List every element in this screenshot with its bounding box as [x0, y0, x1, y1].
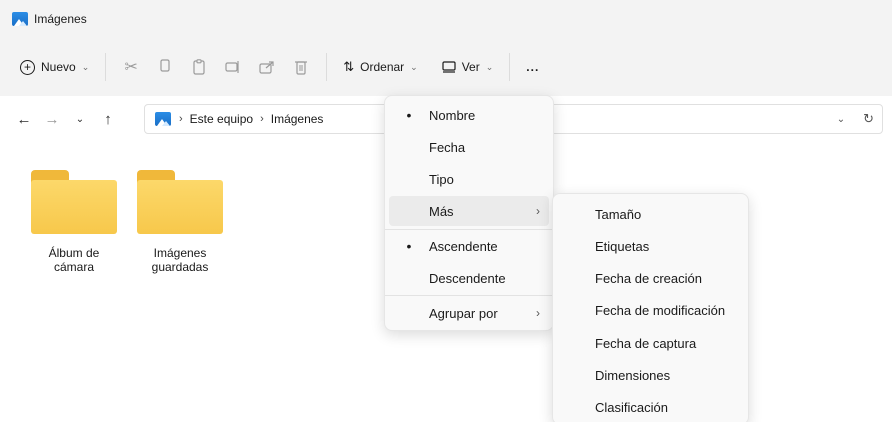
sort-by-rating[interactable]: Clasificación — [557, 392, 745, 422]
sort-by-date-created[interactable]: Fecha de creación — [557, 263, 745, 293]
sort-more-submenu: Tamaño Etiquetas Fecha de creación Fecha… — [552, 193, 749, 422]
sort-by-tags[interactable]: Etiquetas — [557, 231, 745, 261]
sort-by-dimensions[interactable]: Dimensiones — [557, 360, 745, 390]
copy-icon — [160, 59, 170, 72]
chevron-down-icon: ⌄ — [410, 61, 418, 72]
back-button[interactable]: ← — [10, 105, 38, 133]
pictures-icon — [155, 112, 171, 126]
folder-label: Álbum de cámara — [48, 246, 100, 274]
more-label: ... — [526, 60, 540, 74]
folder-icon — [31, 170, 117, 234]
sort-descending[interactable]: Descendente — [389, 263, 549, 293]
folder-icon — [137, 170, 223, 234]
chevron-down-icon: ⌄ — [75, 113, 85, 125]
chevron-right-icon: › — [536, 204, 540, 218]
sort-label: Ordenar — [360, 60, 405, 74]
arrow-left-icon: ← — [16, 110, 32, 128]
more-options-button[interactable]: ... — [518, 51, 547, 83]
arrow-up-icon: ↑ — [104, 110, 112, 128]
toolbar-divider — [105, 53, 107, 81]
toolbar-divider — [509, 53, 511, 81]
refresh-icon[interactable]: ↻ — [863, 111, 874, 127]
rename-icon — [225, 61, 239, 73]
folder-label: Imágenes guardadas — [151, 246, 209, 274]
menu-divider — [385, 229, 553, 230]
folder-camera-roll[interactable]: Álbum de cámara — [24, 170, 124, 274]
pictures-icon — [12, 12, 28, 26]
sort-menu: • Nombre Fecha Tipo Más › • Ascendente D… — [384, 95, 554, 331]
cut-button[interactable]: ✂ — [114, 51, 148, 83]
sort-ascending[interactable]: • Ascendente — [389, 231, 549, 261]
breadcrumb-pictures[interactable]: Imágenes — [271, 112, 324, 126]
new-button[interactable]: + Nuevo ⌄ — [12, 51, 97, 83]
group-by[interactable]: Agrupar por › — [389, 298, 549, 328]
folder-saved-pictures[interactable]: Imágenes guardadas — [130, 170, 230, 274]
view-icon — [442, 61, 456, 73]
view-button[interactable]: Ver ⌄ — [434, 51, 502, 83]
sort-by-name[interactable]: • Nombre — [389, 100, 549, 130]
share-button[interactable] — [250, 51, 284, 83]
chevron-right-icon: › — [536, 306, 540, 320]
window-title: Imágenes — [34, 12, 87, 26]
menu-divider — [385, 295, 553, 296]
toolbar-divider — [326, 53, 328, 81]
chevron-down-icon: ⌄ — [485, 61, 494, 72]
share-icon — [259, 61, 274, 74]
copy-button[interactable] — [148, 51, 182, 83]
chevron-down-icon[interactable]: ⌄ — [837, 114, 845, 125]
address-actions: ⌄ ↻ — [837, 105, 874, 133]
sort-more[interactable]: Más › — [389, 196, 549, 226]
rename-button[interactable] — [216, 51, 250, 83]
trash-icon — [295, 61, 308, 75]
checked-bullet-icon: • — [406, 238, 412, 254]
up-button[interactable]: ↑ — [94, 105, 122, 133]
sort-by-date[interactable]: Fecha — [389, 132, 549, 162]
sort-by-date-modified[interactable]: Fecha de modificación — [557, 295, 745, 325]
checked-bullet-icon: • — [406, 107, 412, 123]
breadcrumb-chevron-icon: › — [179, 113, 183, 125]
recent-locations-button[interactable]: ⌄ — [66, 105, 94, 133]
command-bar: + Nuevo ⌄ ✂ ⇅ Ordenar ⌄ Ver ⌄ ... — [0, 38, 892, 96]
sort-icon: ⇅ — [343, 59, 355, 74]
breadcrumb-this-pc[interactable]: Este equipo — [190, 112, 253, 126]
sort-button[interactable]: ⇅ Ordenar ⌄ — [335, 51, 425, 83]
title-bar: Imágenes — [0, 0, 892, 38]
scissors-icon: ✂ — [124, 59, 138, 76]
sort-by-type[interactable]: Tipo — [389, 164, 549, 194]
arrow-right-icon: → — [44, 110, 60, 128]
sort-by-size[interactable]: Tamaño — [557, 199, 745, 229]
view-label: Ver — [461, 60, 480, 74]
sort-by-date-taken[interactable]: Fecha de captura — [557, 328, 745, 358]
clipboard-icon — [193, 59, 205, 75]
paste-button[interactable] — [182, 51, 216, 83]
forward-button[interactable]: → — [38, 105, 66, 133]
chevron-down-icon: ⌄ — [81, 61, 90, 72]
new-label: Nuevo — [41, 60, 76, 74]
plus-icon: + — [20, 59, 35, 75]
breadcrumb-chevron-icon: › — [260, 113, 264, 125]
delete-button[interactable] — [284, 51, 318, 83]
